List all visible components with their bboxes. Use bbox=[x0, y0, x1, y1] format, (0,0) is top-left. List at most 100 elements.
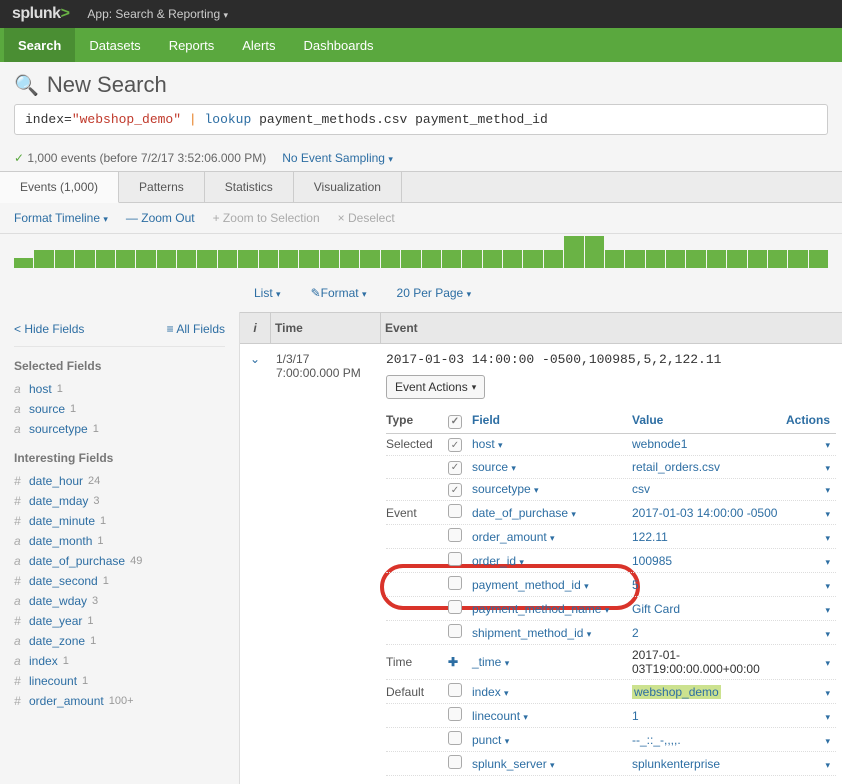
field-checkbox[interactable] bbox=[448, 461, 462, 475]
field-name[interactable]: linecount ▾ bbox=[472, 709, 632, 723]
field-value[interactable]: 122.11 bbox=[632, 530, 780, 544]
tab-visualization[interactable]: Visualization bbox=[294, 172, 402, 202]
field-name[interactable]: sourcetype ▾ bbox=[472, 482, 632, 496]
event-actions-button[interactable]: Event Actions ▾ bbox=[386, 375, 485, 399]
per-page-dropdown[interactable]: 20 Per Page ▾ bbox=[397, 286, 472, 300]
plus-icon: ✚ bbox=[448, 655, 458, 669]
field-action[interactable]: ▾ bbox=[780, 530, 836, 544]
app-selector[interactable]: App: Search & Reporting ▾ bbox=[87, 7, 228, 21]
field-value[interactable]: retail_orders.csv bbox=[632, 460, 780, 474]
field-link[interactable]: aindex 1 bbox=[14, 651, 225, 671]
field-checkbox[interactable] bbox=[448, 755, 462, 769]
tab-statistics[interactable]: Statistics bbox=[205, 172, 294, 202]
expand-toggle[interactable]: ⌄ bbox=[240, 344, 270, 784]
list-mode[interactable]: List ▾ bbox=[254, 286, 281, 300]
field-action[interactable]: ▾ bbox=[780, 685, 836, 699]
tab-patterns[interactable]: Patterns bbox=[119, 172, 205, 202]
field-action[interactable]: ▾ bbox=[780, 655, 836, 669]
field-action[interactable]: ▾ bbox=[780, 506, 836, 520]
tab-events[interactable]: Events (1,000) bbox=[0, 172, 119, 203]
field-action[interactable]: ▾ bbox=[780, 554, 836, 568]
field-link[interactable]: #date_minute 1 bbox=[14, 511, 225, 531]
field-name[interactable]: splunk_server ▾ bbox=[472, 757, 632, 771]
nav-dashboards[interactable]: Dashboards bbox=[289, 28, 387, 62]
field-link[interactable]: #linecount 1 bbox=[14, 671, 225, 691]
field-name[interactable]: host ▾ bbox=[472, 437, 632, 451]
field-action[interactable]: ▾ bbox=[780, 460, 836, 474]
events-main: i Time Event ⌄ 1/3/17 7:00:00.000 PM 201… bbox=[240, 312, 842, 784]
field-value[interactable]: webnode1 bbox=[632, 437, 780, 451]
format-timeline[interactable]: Format Timeline ▾ bbox=[14, 211, 108, 225]
field-checkbox[interactable] bbox=[448, 552, 462, 566]
field-name[interactable]: source ▾ bbox=[472, 460, 632, 474]
field-link[interactable]: adate_zone 1 bbox=[14, 631, 225, 651]
field-name[interactable]: payment_method_name ▾ bbox=[472, 602, 632, 616]
field-value[interactable]: splunkenterprise bbox=[632, 757, 780, 771]
select-all-checkbox[interactable] bbox=[448, 415, 462, 429]
field-action[interactable]: ▾ bbox=[780, 733, 836, 747]
field-value[interactable]: 2017-01-03 14:00:00 -0500 bbox=[632, 506, 780, 520]
field-name[interactable]: payment_method_id ▾ bbox=[472, 578, 632, 592]
field-name[interactable]: order_amount ▾ bbox=[472, 530, 632, 544]
field-checkbox[interactable] bbox=[448, 483, 462, 497]
field-action[interactable]: ▾ bbox=[780, 437, 836, 451]
field-link[interactable]: asourcetype 1 bbox=[14, 419, 225, 439]
sampling-dropdown[interactable]: No Event Sampling ▾ bbox=[282, 151, 393, 165]
field-value[interactable]: webshop_demo bbox=[632, 685, 780, 699]
field-value[interactable]: 2 bbox=[632, 626, 780, 640]
nav-datasets[interactable]: Datasets bbox=[75, 28, 154, 62]
field-row: punct ▾--_::_-,,,,.▾ bbox=[386, 728, 836, 752]
field-checkbox[interactable] bbox=[448, 438, 462, 452]
field-checkbox[interactable] bbox=[448, 504, 462, 518]
nav-reports[interactable]: Reports bbox=[155, 28, 229, 62]
field-checkbox[interactable] bbox=[448, 624, 462, 638]
field-checkbox[interactable] bbox=[448, 683, 462, 697]
field-checkbox[interactable] bbox=[448, 707, 462, 721]
field-link[interactable]: #order_amount 100+ bbox=[14, 691, 225, 711]
timeline-toolbar: Format Timeline ▾ — Zoom Out + Zoom to S… bbox=[0, 203, 842, 234]
field-link[interactable]: #date_year 1 bbox=[14, 611, 225, 631]
result-tabs: Events (1,000) Patterns Statistics Visua… bbox=[0, 171, 842, 203]
field-value[interactable]: 5 bbox=[632, 578, 780, 592]
field-action[interactable]: ▾ bbox=[780, 757, 836, 771]
field-link[interactable]: ahost 1 bbox=[14, 379, 225, 399]
all-fields[interactable]: ≡ All Fields bbox=[167, 322, 225, 336]
nav-alerts[interactable]: Alerts bbox=[228, 28, 289, 62]
field-value[interactable]: Gift Card bbox=[632, 602, 780, 616]
field-link[interactable]: #date_hour 24 bbox=[14, 471, 225, 491]
field-checkbox[interactable] bbox=[448, 731, 462, 745]
field-value[interactable]: 2017-01-03T19:00:00.000+00:00 bbox=[632, 648, 780, 676]
field-action[interactable]: ▾ bbox=[780, 578, 836, 592]
field-name[interactable]: order_id ▾ bbox=[472, 554, 632, 568]
field-value[interactable]: 100985 bbox=[632, 554, 780, 568]
field-checkbox[interactable] bbox=[448, 528, 462, 542]
field-link[interactable]: adate_wday 3 bbox=[14, 591, 225, 611]
field-name[interactable]: _time ▾ bbox=[472, 655, 632, 669]
field-action[interactable]: ▾ bbox=[780, 626, 836, 640]
format-dropdown[interactable]: ✎Format ▾ bbox=[311, 286, 367, 300]
timeline-chart[interactable] bbox=[0, 234, 842, 274]
field-link[interactable]: #date_second 1 bbox=[14, 571, 225, 591]
col-time[interactable]: Time bbox=[270, 313, 380, 343]
hide-fields[interactable]: < Hide Fields bbox=[14, 322, 84, 336]
field-name[interactable]: shipment_method_id ▾ bbox=[472, 626, 632, 640]
field-action[interactable]: ▾ bbox=[780, 602, 836, 616]
field-value[interactable]: --_::_-,,,,. bbox=[632, 733, 780, 747]
field-checkbox[interactable] bbox=[448, 576, 462, 590]
field-link[interactable]: adate_of_purchase 49 bbox=[14, 551, 225, 571]
field-value[interactable]: 1 bbox=[632, 709, 780, 723]
field-action[interactable]: ▾ bbox=[780, 709, 836, 723]
field-name[interactable]: index ▾ bbox=[472, 685, 632, 699]
field-link[interactable]: adate_month 1 bbox=[14, 531, 225, 551]
field-action[interactable]: ▾ bbox=[780, 482, 836, 496]
field-link[interactable]: #date_mday 3 bbox=[14, 491, 225, 511]
search-input[interactable]: index="webshop_demo" | lookup payment_me… bbox=[14, 104, 828, 135]
field-name[interactable]: date_of_purchase ▾ bbox=[472, 506, 632, 520]
field-value[interactable]: csv bbox=[632, 482, 780, 496]
status-line: ✓ 1,000 events (before 7/2/17 3:52:06.00… bbox=[0, 145, 842, 171]
field-checkbox[interactable] bbox=[448, 600, 462, 614]
zoom-out[interactable]: — Zoom Out bbox=[126, 211, 195, 225]
nav-search[interactable]: Search bbox=[4, 28, 75, 62]
field-link[interactable]: asource 1 bbox=[14, 399, 225, 419]
field-name[interactable]: punct ▾ bbox=[472, 733, 632, 747]
